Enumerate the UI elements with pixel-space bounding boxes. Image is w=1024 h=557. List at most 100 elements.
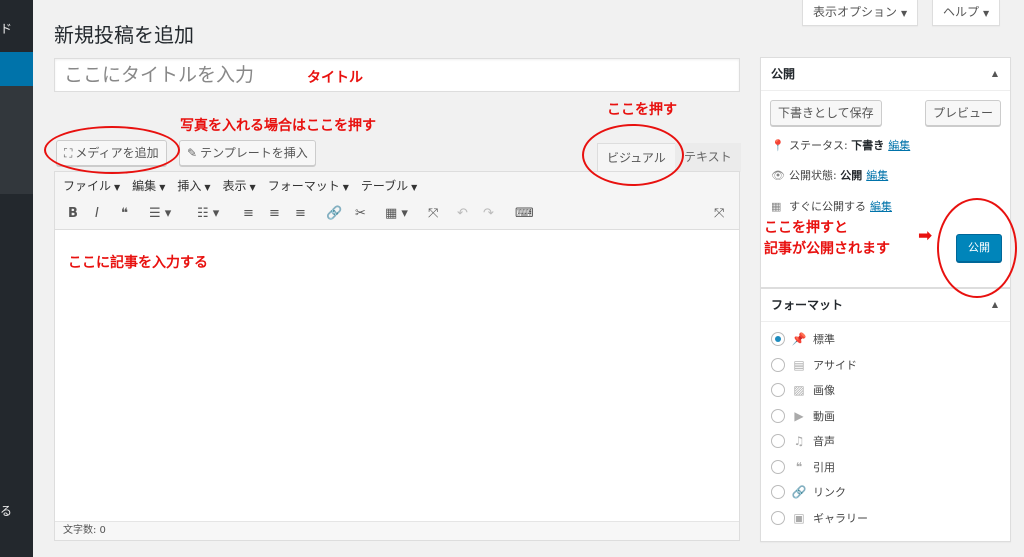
status-value: 下書き bbox=[851, 139, 885, 152]
annotation-write-article: ここに記事を入力する bbox=[68, 255, 208, 271]
tab-text[interactable]: テキスト bbox=[675, 143, 741, 172]
format-option[interactable]: 🔗 リンク bbox=[771, 484, 846, 500]
format-option-label: ギャラリー bbox=[813, 511, 868, 525]
schedule-row: ▦ すぐに公開する 編集 bbox=[771, 198, 892, 214]
editor-menu-label: テーブル bbox=[360, 179, 409, 193]
help-label: ヘルプ bbox=[943, 5, 980, 19]
editor-toolbar: B I ❝ ☰ ▾ ☷ ▾ ≡ ≡ ≡ 🔗 ✂ ▦ ▾ ⤧ ↶ ↷ ⌨ ⤧ bbox=[55, 199, 739, 230]
format-option-label: リンク bbox=[813, 486, 846, 499]
admin-menu-item-fragment[interactable]: ド bbox=[0, 20, 12, 37]
word-count: 文字数: 0 bbox=[55, 521, 739, 540]
caret-down-icon: ▼ bbox=[901, 9, 908, 18]
editor-menu-item[interactable]: ファイル ▼ bbox=[63, 177, 120, 194]
format-icon: 📌 bbox=[791, 332, 807, 346]
format-radio[interactable] bbox=[771, 510, 785, 525]
visibility-edit-link[interactable]: 編集 bbox=[866, 169, 888, 182]
format-option-label: アサイド bbox=[813, 358, 857, 372]
insert-template-label: テンプレートを挿入 bbox=[200, 146, 308, 160]
visibility-row: 👁 公開状態: 公開 編集 bbox=[771, 167, 888, 183]
remove-link-button[interactable]: ✂ bbox=[355, 206, 366, 222]
format-option[interactable]: ▣ ギャラリー bbox=[771, 510, 868, 526]
insert-template-button[interactable]: ✎ テンプレートを挿入 bbox=[179, 140, 316, 166]
format-radio[interactable] bbox=[771, 434, 785, 448]
align-left-button[interactable]: ≡ bbox=[243, 206, 254, 222]
align-right-button[interactable]: ≡ bbox=[295, 206, 306, 222]
format-radio[interactable] bbox=[771, 332, 785, 346]
distraction-free-icon[interactable]: ⤧ bbox=[714, 206, 724, 222]
format-radio[interactable] bbox=[771, 408, 785, 423]
caret-down-icon: ▼ bbox=[342, 183, 349, 192]
editor-menu-item[interactable]: 挿入 ▼ bbox=[177, 177, 210, 194]
screen-options-button[interactable]: 表示オプション ▼ bbox=[802, 0, 919, 26]
format-radio[interactable] bbox=[771, 485, 785, 499]
title-input[interactable] bbox=[55, 59, 739, 91]
redo-button[interactable]: ↷ bbox=[483, 206, 494, 222]
editor-menu-label: 表示 bbox=[222, 179, 247, 193]
annotation-publish-line1: ここを押すと bbox=[764, 220, 848, 236]
blockquote-button[interactable]: ❝ bbox=[121, 206, 128, 222]
publish-box-title: 公開 bbox=[771, 67, 796, 81]
format-icon: ▣ bbox=[793, 510, 805, 525]
editor-menu-label: フォーマット bbox=[267, 179, 340, 193]
insert-link-button[interactable]: 🔗 bbox=[326, 206, 342, 222]
annotation-publish-line2: 記事が公開されます bbox=[764, 241, 890, 257]
preview-button[interactable]: プレビュー bbox=[925, 100, 1002, 126]
annotation-photo: 写真を入れる場合はここを押す bbox=[180, 118, 376, 134]
format-option[interactable]: ❝ 引用 bbox=[771, 459, 835, 475]
annotation-press-here: ここを押す bbox=[607, 102, 677, 118]
collapse-up-icon[interactable]: ▲ bbox=[992, 58, 998, 90]
keyboard-button[interactable]: ⌨ bbox=[515, 206, 534, 222]
format-option-label: 引用 bbox=[813, 460, 835, 474]
status-edit-link[interactable]: 編集 bbox=[888, 139, 910, 152]
bold-button[interactable]: B bbox=[68, 206, 78, 222]
editor-menu-label: ファイル bbox=[63, 179, 112, 193]
page-title: 新規投稿を追加 bbox=[54, 23, 194, 47]
admin-menu-collapse-fragment[interactable]: る bbox=[0, 502, 12, 519]
format-option[interactable]: ♫ 音声 bbox=[771, 433, 835, 449]
table-button[interactable]: ▦ ▾ bbox=[385, 206, 408, 222]
save-draft-button[interactable]: 下書きとして保存 bbox=[770, 100, 882, 126]
annotation-title: タイトル bbox=[307, 70, 363, 86]
format-radio[interactable] bbox=[771, 459, 785, 474]
fullscreen-button[interactable]: ⤧ bbox=[428, 206, 438, 222]
publish-box-header[interactable]: 公開 ▲ bbox=[761, 58, 1010, 91]
format-box: フォーマット ▲ 📌 標準 ▤ アサイド ▨ 画像 ▶ 動画 ♫ 音声 ❝ 引用 🔗 リンク ▣ ギャラリー bbox=[760, 288, 1011, 542]
caret-down-icon: ▼ bbox=[159, 183, 166, 192]
help-button[interactable]: ヘルプ ▼ bbox=[932, 0, 1001, 26]
arrow-right-icon: ➡ bbox=[918, 226, 933, 246]
caret-down-icon: ▼ bbox=[114, 183, 121, 192]
editor-content-area[interactable] bbox=[55, 230, 739, 522]
undo-button[interactable]: ↶ bbox=[457, 206, 468, 222]
post-editor: ファイル ▼ 編集 ▼ 挿入 ▼ 表示 ▼ フォーマット ▼ テーブル ▼ B I ❝ ☰ ▾ ☷ ▾ ≡ ≡ ≡ 🔗… bbox=[54, 171, 740, 541]
editor-menu-item[interactable]: 編集 ▼ bbox=[132, 177, 165, 194]
numbered-list-button[interactable]: ☷ ▾ bbox=[197, 206, 219, 222]
format-icon: ♫ bbox=[793, 434, 805, 448]
annotation-circle-publish bbox=[937, 198, 1017, 298]
format-option[interactable]: ▤ アサイド bbox=[771, 357, 857, 373]
editor-menu-item[interactable]: フォーマット ▼ bbox=[268, 177, 349, 194]
pin-icon: 📍 bbox=[771, 139, 785, 152]
align-center-button[interactable]: ≡ bbox=[269, 206, 280, 222]
annotation-circle-visual bbox=[582, 124, 684, 186]
format-icon: ❝ bbox=[795, 459, 803, 474]
italic-button[interactable]: I bbox=[95, 206, 99, 222]
caret-down-icon: ▼ bbox=[249, 183, 256, 192]
editor-menu-item[interactable]: 表示 ▼ bbox=[223, 177, 256, 194]
status-label: ステータス: bbox=[789, 139, 848, 152]
format-radio[interactable] bbox=[771, 383, 785, 397]
format-option[interactable]: ▶ 動画 bbox=[771, 408, 835, 424]
format-radio[interactable] bbox=[771, 357, 785, 372]
title-field bbox=[54, 58, 740, 92]
format-option[interactable]: ▨ 画像 bbox=[771, 382, 835, 398]
format-option-label: 動画 bbox=[813, 409, 835, 423]
format-icon: 🔗 bbox=[791, 485, 807, 499]
annotation-publish: ここを押すと 記事が公開されます bbox=[764, 218, 890, 260]
bullet-list-button[interactable]: ☰ ▾ bbox=[149, 206, 171, 222]
format-option[interactable]: 📌 標準 bbox=[771, 331, 835, 347]
format-box-title: フォーマット bbox=[771, 298, 844, 312]
editor-menu-label: 挿入 bbox=[177, 179, 202, 193]
schedule-label: すぐに公開する bbox=[789, 200, 866, 213]
editor-menu-item[interactable]: テーブル ▼ bbox=[361, 177, 417, 194]
schedule-edit-link[interactable]: 編集 bbox=[870, 200, 892, 213]
admin-menu-active-item[interactable] bbox=[0, 52, 33, 86]
